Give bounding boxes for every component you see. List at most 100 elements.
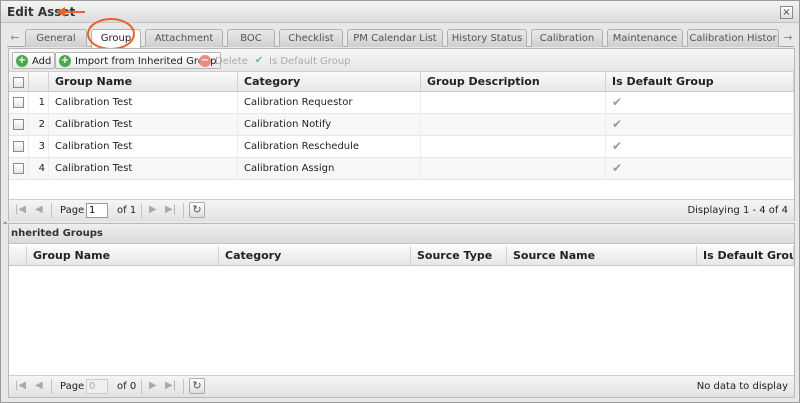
- page-number-input[interactable]: [86, 203, 108, 218]
- header-group-description[interactable]: Group Description: [421, 72, 606, 92]
- tab-checklist[interactable]: Checklist: [279, 29, 343, 47]
- cell-is-default: ✔: [606, 136, 794, 158]
- next-page-icon[interactable]: ▶: [149, 204, 157, 215]
- annotation-arrow-icon: [57, 7, 85, 17]
- first-page-icon[interactable]: |◀: [15, 380, 26, 391]
- row-checkbox-cell: [9, 114, 29, 136]
- page-of-label: of 1: [117, 205, 137, 216]
- tab-attachment[interactable]: Attachment: [145, 29, 223, 47]
- row-number: 3: [29, 136, 49, 158]
- tab-pm-calendar-list[interactable]: PM Calendar List: [347, 29, 443, 47]
- row-number: 4: [29, 158, 49, 180]
- cell-is-default: ✔: [606, 158, 794, 180]
- prev-page-icon[interactable]: ◀: [35, 380, 43, 391]
- add-button[interactable]: + Add: [12, 52, 56, 69]
- pager-separator: [51, 379, 52, 394]
- rownum-header: [29, 72, 49, 92]
- cell-group-description: [421, 158, 606, 180]
- refresh-icon[interactable]: ↻: [189, 378, 205, 394]
- tab-scroll-right-icon[interactable]: →: [782, 30, 794, 46]
- tab-general[interactable]: General: [25, 29, 87, 47]
- row-number: 2: [29, 114, 49, 136]
- checkmark-icon: ✔: [612, 95, 623, 109]
- row-checkbox[interactable]: [13, 141, 24, 152]
- pager-separator: [183, 203, 184, 218]
- pager-separator: [51, 203, 52, 218]
- page-label: Page: [60, 381, 85, 392]
- row-checkbox[interactable]: [13, 97, 24, 108]
- cell-is-default: ✔: [606, 114, 794, 136]
- row-checkbox-cell: [9, 92, 29, 114]
- cell-is-default: ✔: [606, 92, 794, 114]
- checkmark-icon: ✔: [612, 139, 623, 153]
- cell-group-description: [421, 92, 606, 114]
- inherited-grid-body: [9, 267, 794, 375]
- tab-boc[interactable]: BOC: [227, 29, 275, 47]
- cell-group-name: Calibration Test: [49, 114, 238, 136]
- tab-calibration-history[interactable]: Calibration Histor: [687, 29, 779, 47]
- row-number: 1: [29, 92, 49, 114]
- delete-button-label: Delete: [215, 56, 248, 67]
- inherited-header-source-type[interactable]: Source Type: [411, 246, 507, 266]
- tab-calibration[interactable]: Calibration: [531, 29, 603, 47]
- inherited-groups-panel: nherited Groups Group Name Category Sour…: [8, 223, 795, 398]
- display-status: No data to display: [696, 381, 788, 392]
- pager-separator: [183, 379, 184, 394]
- checkmark-icon: ✔: [612, 161, 623, 175]
- last-page-icon[interactable]: ▶|: [165, 380, 176, 391]
- inherited-groups-title: nherited Groups: [11, 228, 103, 239]
- group-pager: |◀ ◀ Page of 1 ▶ ▶| ↻ Displaying 1 - 4 o…: [9, 199, 794, 221]
- first-page-icon[interactable]: |◀: [15, 204, 26, 215]
- inherited-grid-header: Group Name Category Source Type Source N…: [9, 246, 794, 266]
- cell-category: Calibration Reschedule: [238, 136, 421, 158]
- select-all-checkbox-cell: [9, 72, 29, 92]
- delete-icon: −: [199, 55, 211, 67]
- group-panel: + Add + Import from Inherited Group − De…: [8, 48, 795, 221]
- add-icon: +: [16, 55, 28, 67]
- group-toolbar: + Add + Import from Inherited Group − De…: [9, 49, 794, 72]
- inherited-pager: |◀ ◀ Page of 0 ▶ ▶| ↻ No data to display: [9, 375, 794, 397]
- cell-category: Calibration Assign: [238, 158, 421, 180]
- checkmark-icon: ✔: [254, 55, 264, 66]
- header-group-name[interactable]: Group Name: [49, 72, 238, 92]
- prev-page-icon[interactable]: ◀: [35, 204, 43, 215]
- cell-group-description: [421, 114, 606, 136]
- pager-separator: [141, 379, 142, 394]
- cell-group-description: [421, 136, 606, 158]
- page-of-label: of 0: [117, 381, 137, 392]
- cell-group-name: Calibration Test: [49, 158, 238, 180]
- next-page-icon[interactable]: ▶: [149, 380, 157, 391]
- row-checkbox-cell: [9, 136, 29, 158]
- inherited-rownum-header: [9, 246, 27, 266]
- last-page-icon[interactable]: ▶|: [165, 204, 176, 215]
- delete-button[interactable]: − Delete: [195, 52, 252, 69]
- is-default-group-button[interactable]: ✔ Is Default Group: [249, 52, 355, 69]
- table-row[interactable]: 2 Calibration Test Calibration Notify ✔: [9, 114, 794, 136]
- table-row[interactable]: 3 Calibration Test Calibration Reschedul…: [9, 136, 794, 158]
- inherited-header-source-name[interactable]: Source Name: [507, 246, 697, 266]
- inherited-header-group-name[interactable]: Group Name: [27, 246, 219, 266]
- tab-scroll-left-icon[interactable]: ←: [9, 30, 21, 46]
- row-checkbox[interactable]: [13, 119, 24, 130]
- inherited-groups-title-bar: nherited Groups: [9, 224, 794, 244]
- pager-separator: [141, 203, 142, 218]
- group-grid-header: Group Name Category Group Description Is…: [9, 72, 794, 92]
- row-checkbox[interactable]: [13, 163, 24, 174]
- is-default-group-label: Is Default Group: [269, 56, 351, 67]
- tab-history-status[interactable]: History Status: [447, 29, 527, 47]
- inherited-header-is-default-group[interactable]: Is Default Group: [697, 246, 794, 266]
- cell-group-name: Calibration Test: [49, 92, 238, 114]
- tab-maintenance[interactable]: Maintenance: [607, 29, 683, 47]
- checkmark-icon: ✔: [612, 117, 623, 131]
- table-row[interactable]: 4 Calibration Test Calibration Assign ✔: [9, 158, 794, 180]
- header-category[interactable]: Category: [238, 72, 421, 92]
- inherited-header-category[interactable]: Category: [219, 246, 411, 266]
- page-number-input[interactable]: [86, 379, 108, 394]
- page-label: Page: [60, 205, 85, 216]
- header-is-default-group[interactable]: Is Default Group: [606, 72, 794, 92]
- close-button[interactable]: ×: [780, 6, 793, 19]
- refresh-icon[interactable]: ↻: [189, 202, 205, 218]
- table-row[interactable]: 1 Calibration Test Calibration Requestor…: [9, 92, 794, 114]
- cell-category: Calibration Notify: [238, 114, 421, 136]
- select-all-checkbox[interactable]: [13, 77, 24, 88]
